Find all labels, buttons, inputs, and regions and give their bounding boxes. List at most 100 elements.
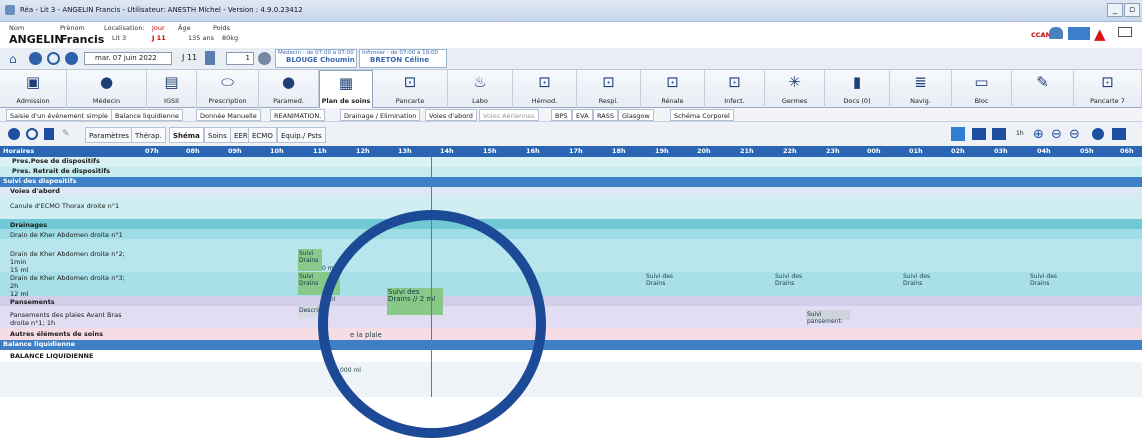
hour-tick: 21h: [740, 147, 754, 155]
add-icon[interactable]: [8, 128, 20, 140]
app-icon: [5, 5, 15, 15]
mail-icon[interactable]: [1118, 27, 1132, 37]
balance-button[interactable]: Balance liquidienne: [111, 109, 183, 121]
printer-icon[interactable]: [1112, 128, 1126, 140]
title-bar: Réa - Lit 3 - ANGELIN Francis - Utilisat…: [0, 0, 1142, 22]
event-suivi-drains[interactable]: Suivi des Drains: [903, 273, 930, 287]
restore-button[interactable]: ▫: [1124, 3, 1140, 17]
glasgow-button[interactable]: Glasgow: [618, 109, 654, 121]
plan-icon[interactable]: [972, 128, 986, 140]
zoom-out-icon[interactable]: ⊖: [1069, 127, 1080, 142]
home-icon[interactable]: ⌂: [9, 52, 17, 66]
minimize-button[interactable]: _: [1107, 3, 1123, 17]
section-balance: Balance liquidienne: [0, 340, 1142, 350]
help-icon[interactable]: [1092, 128, 1104, 140]
row-drain-3[interactable]: Drain de Kher Abdomen droite n°3; 2h 12 ml: [0, 272, 1142, 298]
row-drain-1[interactable]: Drain de Kher Abdomen droite n°1: [0, 229, 1142, 239]
zoom-reset-icon[interactable]: ⊖: [1051, 127, 1062, 142]
age-label: Âge: [178, 24, 191, 32]
monitor-icon[interactable]: [1068, 27, 1090, 40]
nurse-icon: ●: [281, 73, 296, 91]
drainage-button[interactable]: Drainage / Elimination: [340, 109, 421, 121]
count-field[interactable]: 1: [226, 52, 254, 65]
users-icon[interactable]: [1049, 27, 1063, 39]
module-pancarte-7[interactable]: ⊡ Pancarte 7: [1074, 70, 1142, 108]
patient-prenom: Francis: [60, 33, 105, 46]
dropdown-icon[interactable]: [951, 127, 965, 141]
chart-icon: ⊡: [1101, 73, 1114, 91]
module-bloc[interactable]: ▭ Bloc: [952, 70, 1012, 108]
module-admission[interactable]: ▣ Admission: [0, 70, 67, 108]
hour-tick: 07h: [145, 147, 159, 155]
people-icon[interactable]: [992, 128, 1006, 140]
comment-icon[interactable]: [26, 128, 38, 140]
next-icon[interactable]: [258, 52, 271, 65]
hour-tick: 14h: [440, 147, 454, 155]
rass-button[interactable]: RASS: [593, 109, 618, 121]
module-paramed[interactable]: ● Paramed.: [259, 70, 319, 108]
history-icon[interactable]: [47, 52, 60, 65]
row-pres-retrait[interactable]: Pres. Retrait de dispositifs: [0, 167, 1142, 177]
module-plan-de-soins[interactable]: ▦ Plan de soins: [319, 70, 373, 108]
alert-icon[interactable]: ▲: [1094, 25, 1106, 43]
module-respi[interactable]: ⊡ Respi.: [577, 70, 641, 108]
tab-parametres[interactable]: Paramètres: [85, 127, 133, 143]
date-field[interactable]: mar. 07 juin 2022: [84, 52, 172, 65]
row-canule-ecmo[interactable]: Canule d'ECMO Thorax droite n°1: [0, 197, 1142, 219]
event-suivi-drains[interactable]: Suivi des Drains: [775, 273, 802, 287]
module-medecin[interactable]: ● Médecin: [67, 70, 147, 108]
module-docs[interactable]: ▮ Docs (0): [825, 70, 890, 108]
zoom-in-icon[interactable]: ⊕: [1033, 127, 1044, 142]
eva-button[interactable]: EVA: [572, 109, 593, 121]
module-navig[interactable]: ≣ Navig.: [890, 70, 952, 108]
group-voies-abord[interactable]: Voies d'abord: [0, 187, 1142, 197]
tab-therap[interactable]: Thérap.: [131, 127, 166, 143]
module-hemod[interactable]: ⊡ Hémod.: [513, 70, 577, 108]
module-renale[interactable]: ⊡ Rénale: [641, 70, 705, 108]
chart-icon: ⊡: [403, 73, 417, 91]
event-suivi-drains[interactable]: Suivi Drains: [298, 249, 322, 271]
row-pres-pose[interactable]: Pres.Pose de dispositifs: [0, 157, 1142, 167]
schema-button[interactable]: Schéma Corporel: [670, 109, 734, 121]
module-pancarte[interactable]: ⊡ Pancarte: [373, 70, 448, 108]
module-labo[interactable]: ♨ Labo: [448, 70, 513, 108]
reanimation-button[interactable]: REANIMATION.: [270, 109, 326, 121]
print-doc-icon[interactable]: [44, 128, 54, 140]
event-suivi-drains[interactable]: Suivi des Drains: [1030, 273, 1057, 287]
voies-abord-button[interactable]: Voies d'abord: [425, 109, 477, 121]
event-suivi-pansement[interactable]: Suivi pansement:: [806, 310, 850, 325]
edit-icon[interactable]: ✎: [62, 129, 70, 139]
documents-icon: ▮: [852, 73, 862, 91]
row-pansement-bras[interactable]: Pansements des plaies Avant Bras droite n…: [0, 306, 1142, 328]
group-drainages[interactable]: Drainages: [0, 219, 1142, 229]
module-infect[interactable]: ⊡ Infect.: [705, 70, 765, 108]
bps-button[interactable]: BPS: [551, 109, 572, 121]
document-icon[interactable]: [205, 51, 215, 65]
forward-icon[interactable]: [65, 52, 78, 65]
row-balance-liquidienne[interactable]: BALANCE LIQUIDIENNE: [0, 350, 1142, 362]
module-bar: ▣ Admission ● Médecin ▤ IGSII ⬭ Prescription…: [0, 70, 1142, 108]
tab-equip[interactable]: Equip./ Psts: [277, 127, 326, 143]
hours-icon[interactable]: 1h: [1016, 130, 1024, 137]
module-germes[interactable]: ✳ Germes: [765, 70, 825, 108]
infirmier-box[interactable]: Infirmier - de 07:00 à 19:00 BRETON Céli…: [359, 49, 447, 68]
window-title: Réa - Lit 3 - ANGELIN Francis - Utilisat…: [20, 6, 303, 14]
group-pansements[interactable]: Pansements: [0, 296, 1142, 306]
tab-shema[interactable]: Shéma: [169, 127, 204, 143]
manual-data-button[interactable]: Donnée Manuelle: [196, 109, 261, 121]
doctor-icon: ●: [99, 73, 114, 91]
group-autres-soins[interactable]: Autres éléments de soins: [0, 328, 1142, 340]
hour-tick: 19h: [655, 147, 669, 155]
module-tools[interactable]: ✎: [1012, 70, 1074, 108]
back-icon[interactable]: [29, 52, 42, 65]
module-prescription[interactable]: ⬭ Prescription: [197, 70, 259, 108]
event-suivi-drains[interactable]: Suivi des Drains: [646, 273, 673, 287]
hour-tick: 04h: [1037, 147, 1051, 155]
module-igsii[interactable]: ▤ IGSII: [147, 70, 197, 108]
tab-ecmo[interactable]: ECMO: [248, 127, 277, 143]
voies-aeriennes-button[interactable]: Voies Aériennes: [479, 109, 539, 121]
medecin-box[interactable]: Médecin - de 07:00 à 07:00 BLOUGE Choumi…: [275, 49, 357, 68]
event-button[interactable]: Saisie d'un événement simple: [6, 109, 112, 121]
row-drain-2[interactable]: Drain de Kher Abdomen droite n°2; 1min 15 …: [0, 239, 1142, 274]
tab-soins[interactable]: Soins: [204, 127, 231, 143]
